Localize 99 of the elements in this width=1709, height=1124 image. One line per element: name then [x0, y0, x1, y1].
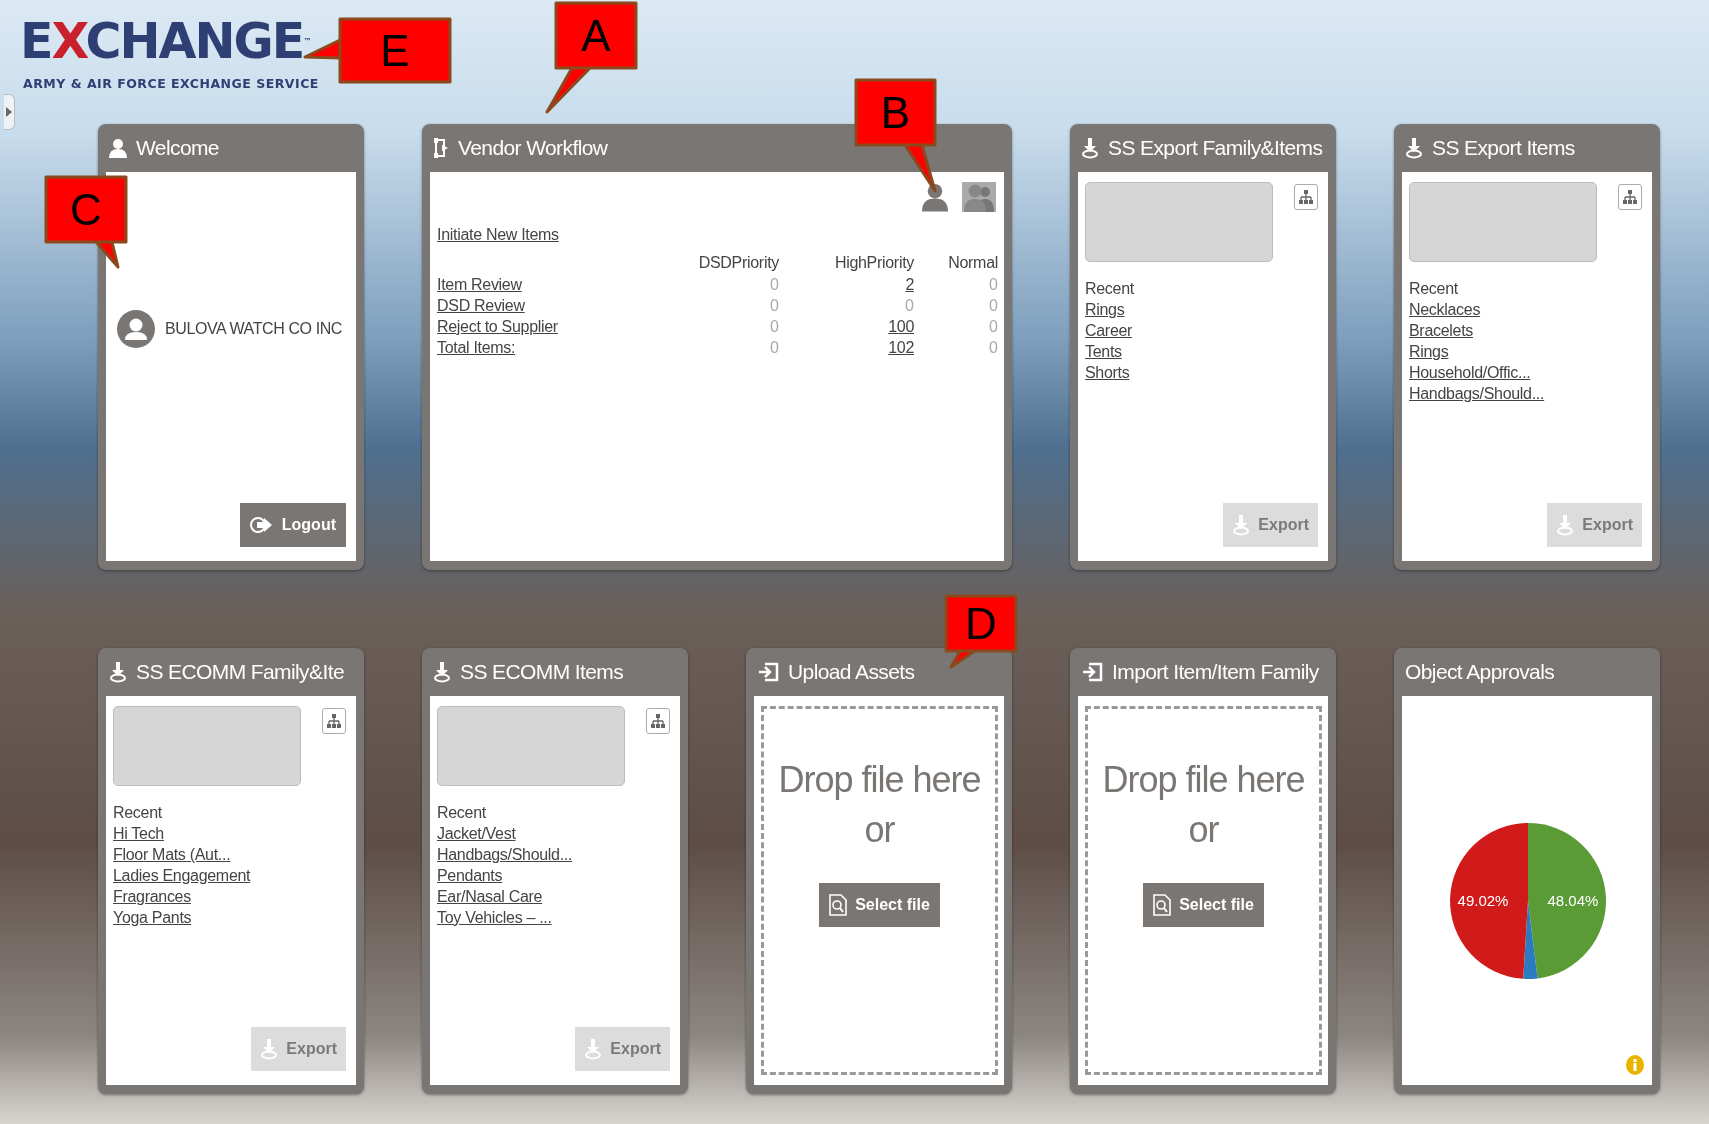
recent-link[interactable]: Pendants: [437, 865, 503, 886]
people-icon: [962, 182, 996, 212]
count-value: 0: [989, 275, 998, 295]
drop-text: Drop file here: [1102, 758, 1305, 802]
count-value: 0: [989, 296, 998, 316]
recent-link[interactable]: Household/Offic...: [1409, 362, 1531, 383]
avatar-icon: [117, 310, 155, 348]
hierarchy-icon: [1622, 189, 1638, 205]
drop-text: Drop file here: [778, 758, 981, 802]
recent-link[interactable]: Toy Vehicles – ...: [437, 907, 552, 928]
count-value: 0: [770, 275, 779, 295]
recent-link[interactable]: Necklaces: [1409, 299, 1481, 320]
initiate-items-link[interactable]: Initiate New Items: [437, 224, 559, 245]
chevron-icon: [6, 107, 12, 117]
download-icon: [260, 1038, 279, 1060]
recent-label: Recent: [113, 803, 162, 823]
tile-title: Welcome: [136, 136, 219, 160]
recent-link[interactable]: Rings: [1409, 341, 1449, 362]
download-icon: [1081, 137, 1099, 159]
row-link[interactable]: Reject to Supplier: [437, 316, 558, 337]
tile-title: Object Approvals: [1405, 660, 1555, 684]
tile-title: Import Item/Item Family: [1112, 660, 1319, 684]
count-value: 0: [770, 317, 779, 337]
download-icon: [109, 661, 127, 683]
recent-link[interactable]: Yoga Pants: [113, 907, 192, 928]
import-icon: [757, 662, 779, 682]
row-link[interactable]: DSD Review: [437, 295, 525, 316]
download-icon: [1556, 514, 1575, 536]
recent-link[interactable]: Ladies Engagement: [113, 865, 251, 886]
recent-label: Recent: [1409, 279, 1458, 299]
column-header: Normal: [947, 253, 998, 273]
row-link[interactable]: Item Review: [437, 274, 522, 295]
logo-wordmark: EXCHANGE$^{™}$: [20, 14, 313, 70]
count-link[interactable]: 2: [905, 274, 914, 295]
tile-title: SS ECOMM Family&Ite: [136, 660, 344, 684]
hierarchy-button[interactable]: [1294, 184, 1318, 210]
slice-label: 48.04%: [1546, 891, 1598, 909]
recent-label: Recent: [1085, 279, 1134, 299]
recent-link[interactable]: Hi Tech: [113, 823, 164, 844]
count-value: 0: [770, 338, 779, 358]
hierarchy-icon: [650, 713, 666, 729]
row-link[interactable]: Total Items:: [437, 337, 516, 358]
callout: A: [545, 1, 638, 114]
recent-link[interactable]: Rings: [1085, 299, 1125, 320]
count-value: 0: [770, 296, 779, 316]
count-link[interactable]: 102: [888, 337, 914, 358]
recent-link[interactable]: Tents: [1085, 341, 1122, 362]
callout: B: [854, 78, 937, 193]
recent-link[interactable]: Bracelets: [1409, 320, 1473, 341]
drop-zone[interactable]: Drop file here or Select file: [761, 706, 998, 1075]
recent-link[interactable]: Handbags/Should...: [1409, 383, 1545, 404]
select-file-button[interactable]: Select file: [1143, 883, 1264, 927]
count-link[interactable]: 100: [888, 316, 914, 337]
file-search-icon: [829, 894, 848, 916]
logout-button[interactable]: Logout: [239, 503, 346, 547]
hierarchy-button[interactable]: [1618, 184, 1642, 210]
workflow-icon: [433, 137, 449, 159]
slice-label: 49.02%: [1457, 891, 1508, 909]
download-icon: [1232, 514, 1251, 536]
import-icon: [1081, 662, 1103, 682]
sidebar-toggle[interactable]: [4, 94, 15, 130]
or-text: or: [1188, 808, 1219, 852]
recent-link[interactable]: Fragrances: [113, 886, 191, 907]
callout: D: [944, 594, 1018, 669]
file-search-icon: [1153, 894, 1172, 916]
logo-tagline: ARMY & AIR FORCE EXCHANGE SERVICE: [22, 76, 319, 91]
single-user-button[interactable]: [922, 182, 948, 212]
count-value: 0: [905, 296, 914, 316]
tile-title: Vendor Workflow: [458, 136, 608, 160]
recent-link[interactable]: Shorts: [1085, 362, 1130, 383]
recent-label: Recent: [437, 803, 486, 823]
recent-link[interactable]: Handbags/Should...: [437, 844, 573, 865]
column-header: HighPriority: [833, 253, 914, 273]
column-header: DSDPriority: [697, 253, 779, 273]
download-icon: [1405, 137, 1423, 159]
tile-title: Upload Assets: [788, 660, 915, 684]
callout: C: [44, 175, 128, 269]
user-name: BULOVA WATCH CO INC: [165, 320, 342, 338]
recent-link[interactable]: Floor Mats (Aut...: [113, 844, 231, 865]
tile-title: SS Export Family&Items: [1108, 136, 1323, 160]
recent-link[interactable]: Jacket/Vest: [437, 823, 516, 844]
count-value: 0: [989, 317, 998, 337]
recent-link[interactable]: Career: [1085, 320, 1133, 341]
download-icon: [584, 1038, 603, 1060]
recent-link[interactable]: Ear/Nasal Care: [437, 886, 543, 907]
download-icon: [433, 661, 451, 683]
tile-title: SS Export Items: [1432, 136, 1575, 160]
drop-zone[interactable]: Drop file here or Select file: [1085, 706, 1322, 1075]
count-value: 0: [989, 338, 998, 358]
person-icon: [109, 138, 127, 158]
hierarchy-icon: [326, 713, 342, 729]
logout-icon: [249, 515, 274, 535]
select-file-button[interactable]: Select file: [819, 883, 940, 927]
hierarchy-button[interactable]: [322, 708, 346, 734]
hierarchy-icon: [1298, 189, 1314, 205]
person-icon: [922, 182, 948, 212]
or-text: or: [864, 808, 895, 852]
hierarchy-button[interactable]: [646, 708, 670, 734]
tile-title: SS ECOMM Items: [460, 660, 624, 684]
